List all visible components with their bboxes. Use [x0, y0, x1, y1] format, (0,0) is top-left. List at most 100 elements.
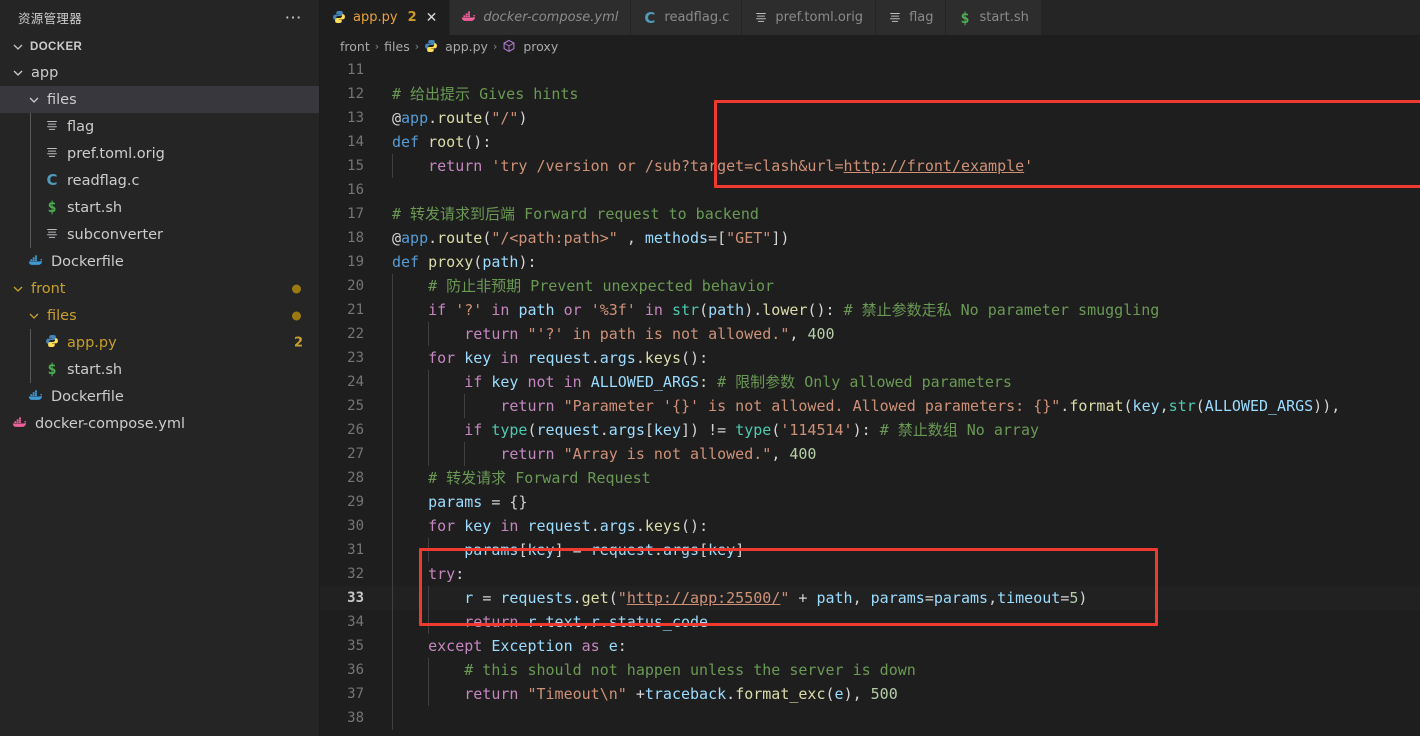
explorer-sidebar: 资源管理器 ⋯ DOCKER app files flag pref.toml.ori… — [0, 0, 320, 736]
text-file-icon — [42, 140, 62, 167]
code-line-12[interactable]: 12 # 给出提示 Gives hints — [320, 82, 1420, 106]
chevron-down-icon[interactable] — [26, 308, 42, 324]
tab-pref-toml-orig[interactable]: pref.toml.orig — [742, 0, 877, 35]
tree-item-docker-compose-yml[interactable]: docker-compose.yml — [0, 410, 319, 437]
tree-indent-guide — [30, 167, 31, 194]
tree-item-dockerfile[interactable]: Dockerfile — [0, 383, 319, 410]
line-number: 18 — [347, 230, 364, 246]
breadcrumb-label: proxy — [523, 39, 559, 54]
tree-item-label: readflag.c — [67, 172, 140, 189]
tab-label: app.py — [353, 10, 398, 25]
tab-app-py[interactable]: app.py 2 ✕ — [320, 0, 451, 35]
code-line-33[interactable]: 33 r = requests.get("http://app:25500/" … — [320, 586, 1420, 610]
tree-item-files[interactable]: files — [0, 86, 319, 113]
code-line-34[interactable]: 34 return r.text,r.status_code — [320, 610, 1420, 634]
python-file-icon — [424, 39, 440, 54]
tree-item-pref-toml-orig[interactable]: pref.toml.orig — [0, 140, 319, 167]
tree-item-subconverter[interactable]: subconverter — [0, 221, 319, 248]
line-content: return "Array is not allowed.", 400 — [500, 445, 817, 463]
tree-item-files[interactable]: files — [0, 302, 319, 329]
shell-file-icon: $ — [960, 8, 970, 27]
code-line-13[interactable]: 13 @app.route("/") — [320, 106, 1420, 130]
line-number: 12 — [347, 86, 364, 102]
code-line-17[interactable]: 17 # 转发请求到后端 Forward request to backend — [320, 202, 1420, 226]
indent-guide — [428, 322, 429, 346]
tree-item-label: files — [47, 91, 77, 108]
tree-item-dockerfile[interactable]: Dockerfile — [0, 248, 319, 275]
code-line-32[interactable]: 32 try: — [320, 562, 1420, 586]
chevron-down-icon[interactable] — [10, 281, 26, 297]
line-content: return "Timeout\n" +traceback.format_exc… — [464, 685, 898, 703]
tree-item-label: start.sh — [67, 361, 123, 378]
code-line-14[interactable]: 14 def root(): — [320, 130, 1420, 154]
indent-guide — [392, 514, 393, 538]
file-tree: app files flag pref.toml.orig Creadflag.c $ st… — [0, 59, 319, 736]
explorer-section-label: DOCKER — [30, 41, 83, 53]
code-line-15[interactable]: 15 return 'try /version or /sub?target=c… — [320, 154, 1420, 178]
code-line-19[interactable]: 19 def proxy(path): — [320, 250, 1420, 274]
breadcrumb-item-proxy[interactable]: proxy — [502, 39, 558, 54]
code-line-31[interactable]: 31 params[key] = request.args[key] — [320, 538, 1420, 562]
explorer-section-docker[interactable]: DOCKER — [0, 35, 319, 59]
ellipsis-icon[interactable]: ⋯ — [281, 9, 308, 26]
tree-item-app-py[interactable]: app.py 2 — [0, 329, 319, 356]
indent-guide — [392, 538, 393, 562]
indent-guide — [392, 610, 393, 634]
line-content — [388, 58, 392, 82]
indent-guide — [392, 346, 393, 370]
code-line-23[interactable]: 23 for key in request.args.keys(): — [320, 346, 1420, 370]
breadcrumb-item-files[interactable]: files — [384, 39, 410, 54]
line-content: params = {} — [428, 493, 528, 511]
code-line-16[interactable]: 16 — [320, 178, 1420, 202]
code-line-26[interactable]: 26 if type(request.args[key]) != type('1… — [320, 418, 1420, 442]
tab-readflag-c[interactable]: Creadflag.c — [631, 0, 743, 35]
line-number: 27 — [347, 446, 364, 462]
breadcrumb-separator: › — [492, 40, 498, 53]
modified-dot-badge — [292, 311, 301, 320]
code-line-29[interactable]: 29 params = {} — [320, 490, 1420, 514]
code-line-11[interactable]: 11 — [320, 58, 1420, 82]
code-line-37[interactable]: 37 return "Timeout\n" +traceback.format_… — [320, 682, 1420, 706]
modified-dot-badge — [292, 284, 301, 293]
tab-docker-compose-yml[interactable]: docker-compose.yml — [450, 0, 632, 35]
line-content: params[key] = request.args[key] — [464, 541, 745, 559]
code-editor[interactable]: 11 12 # 给出提示 Gives hints 13 @app.route("/") 1… — [320, 58, 1420, 736]
code-line-25[interactable]: 25 return "Parameter '{}' is not allowed… — [320, 394, 1420, 418]
line-number: 14 — [347, 134, 364, 150]
breadcrumb-item-front[interactable]: front — [340, 39, 370, 54]
code-line-24[interactable]: 24 if key not in ALLOWED_ARGS: # 限制参数 On… — [320, 370, 1420, 394]
breadcrumb-item-app-py[interactable]: app.py — [424, 39, 488, 54]
code-line-27[interactable]: 27 return "Array is not allowed.", 400 — [320, 442, 1420, 466]
indent-guide — [428, 418, 429, 442]
close-icon[interactable]: ✕ — [426, 10, 438, 26]
code-line-18[interactable]: 18 @app.route("/<path:path>" , methods=["… — [320, 226, 1420, 250]
code-line-30[interactable]: 30 for key in request.args.keys(): — [320, 514, 1420, 538]
tree-item-label: front — [31, 280, 66, 297]
tree-item-start-sh[interactable]: $ start.sh — [0, 356, 319, 383]
code-lines[interactable]: 11 12 # 给出提示 Gives hints 13 @app.route("/") 1… — [320, 58, 1420, 736]
explorer-header: 资源管理器 ⋯ — [0, 0, 319, 35]
tree-item-readflag-c[interactable]: Creadflag.c — [0, 167, 319, 194]
code-line-22[interactable]: 22 return "'?' in path is not allowed.",… — [320, 322, 1420, 346]
code-line-20[interactable]: 20 # 防止非预期 Prevent unexpected behavior — [320, 274, 1420, 298]
code-line-36[interactable]: 36 # this should not happen unless the s… — [320, 658, 1420, 682]
code-line-28[interactable]: 28 # 转发请求 Forward Request — [320, 466, 1420, 490]
breadcrumb-separator: › — [374, 40, 380, 53]
docker-pink-icon — [461, 10, 476, 25]
code-line-21[interactable]: 21 if '?' in path or '%3f' in str(path).… — [320, 298, 1420, 322]
tree-item-start-sh[interactable]: $ start.sh — [0, 194, 319, 221]
code-line-38[interactable]: 38 — [320, 706, 1420, 730]
line-number: 31 — [347, 542, 364, 558]
line-number: 20 — [347, 278, 364, 294]
tab-start-sh[interactable]: $ start.sh — [946, 0, 1042, 35]
tab-flag[interactable]: flag — [876, 0, 947, 35]
indent-guide — [428, 586, 429, 610]
chevron-down-icon[interactable] — [10, 65, 26, 81]
code-line-35[interactable]: 35 except Exception as e: — [320, 634, 1420, 658]
tree-item-front[interactable]: front — [0, 275, 319, 302]
chevron-down-icon[interactable] — [26, 92, 42, 108]
indent-guide — [392, 466, 393, 490]
tree-item-app[interactable]: app — [0, 59, 319, 86]
tree-item-flag[interactable]: flag — [0, 113, 319, 140]
problem-count-badge: 2 — [293, 335, 303, 350]
